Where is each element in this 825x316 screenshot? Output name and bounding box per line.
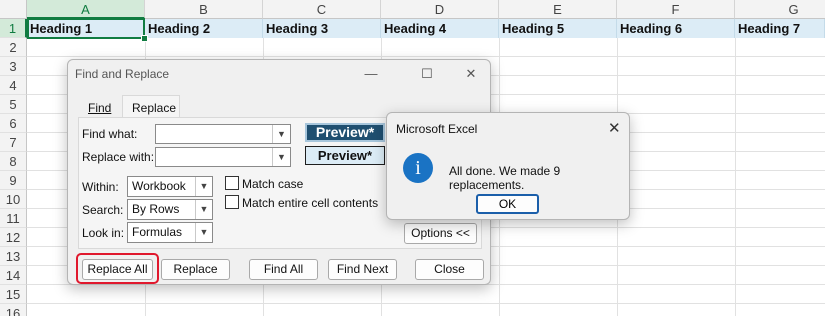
cell-f1[interactable]: Heading 6 (617, 19, 735, 38)
chevron-down-icon[interactable]: ▼ (272, 125, 290, 143)
cell-d1[interactable]: Heading 4 (381, 19, 499, 38)
tab-find[interactable]: Find (88, 101, 111, 115)
active-cell-border (27, 18, 145, 39)
row-header-1[interactable]: 1 (0, 19, 27, 38)
message-text: All done. We made 9 replacements. (449, 164, 561, 192)
replace-all-highlight (76, 253, 159, 284)
message-box: Microsoft Excel ✕ i All done. We made 9 … (386, 112, 630, 220)
row-header-12[interactable]: 12 (0, 228, 27, 247)
column-header-g[interactable]: G (735, 0, 825, 19)
row-header-3[interactable]: 3 (0, 57, 27, 76)
row-header-5[interactable]: 5 (0, 95, 27, 114)
replace-with-label: Replace with: (82, 150, 155, 164)
fill-handle[interactable] (141, 35, 148, 42)
column-header-d[interactable]: D (381, 0, 499, 19)
chevron-down-icon[interactable]: ▼ (272, 148, 290, 166)
replace-format-preview[interactable]: Preview* (305, 146, 385, 165)
row-header-2[interactable]: 2 (0, 38, 27, 57)
column-header-a[interactable]: A (27, 0, 145, 19)
column-header-b[interactable]: B (145, 0, 263, 19)
lookin-label: Look in: (82, 226, 125, 240)
match-entire-label[interactable]: Match entire cell contents (242, 196, 378, 210)
cell-b1[interactable]: Heading 2 (145, 19, 263, 38)
close-icon: ✕ (465, 66, 477, 81)
select-all-corner[interactable] (0, 0, 27, 19)
match-case-label[interactable]: Match case (242, 177, 303, 191)
find-what-label: Find what: (82, 127, 138, 141)
row-header-16[interactable]: 16 (0, 304, 27, 316)
within-label: Within: (82, 180, 119, 194)
tab-replace[interactable]: Replace (132, 101, 176, 115)
minimize-icon: — (364, 66, 378, 81)
search-value: By Rows (132, 202, 180, 216)
lookin-select[interactable]: Formulas ▼ (127, 222, 213, 243)
column-gridline (735, 19, 736, 316)
find-what-input[interactable]: ▼ (155, 124, 291, 144)
chevron-down-icon[interactable]: ▼ (195, 200, 212, 219)
within-select[interactable]: Workbook ▼ (127, 176, 213, 197)
column-header-f[interactable]: F (617, 0, 735, 19)
row-header-4[interactable]: 4 (0, 76, 27, 95)
row-header-8[interactable]: 8 (0, 152, 27, 171)
maximize-button[interactable]: ☐ (412, 64, 442, 84)
row-header-15[interactable]: 15 (0, 285, 27, 304)
find-format-preview[interactable]: Preview* (305, 123, 385, 142)
match-case-checkbox[interactable] (225, 176, 239, 190)
find-all-button[interactable]: Find All (249, 259, 318, 280)
chevron-down-icon[interactable]: ▼ (195, 177, 212, 196)
grid-row (27, 304, 825, 316)
options-button[interactable]: Options << (404, 223, 477, 244)
ok-button[interactable]: OK (476, 194, 539, 214)
cell-c1[interactable]: Heading 3 (263, 19, 381, 38)
row-header-14[interactable]: 14 (0, 266, 27, 285)
cell-g1[interactable]: Heading 7 (735, 19, 825, 38)
lookin-value: Formulas (132, 225, 183, 239)
row-header-13[interactable]: 13 (0, 247, 27, 266)
replace-button[interactable]: Replace (161, 259, 230, 280)
replace-with-input[interactable]: ▼ (155, 147, 291, 167)
row-header-11[interactable]: 11 (0, 209, 27, 228)
row-header-10[interactable]: 10 (0, 190, 27, 209)
row-header-6[interactable]: 6 (0, 114, 27, 133)
column-header-e[interactable]: E (499, 0, 617, 19)
row-header-7[interactable]: 7 (0, 133, 27, 152)
match-entire-checkbox[interactable] (225, 195, 239, 209)
tab-replace-frame[interactable]: Replace (122, 95, 180, 118)
chevron-down-icon[interactable]: ▼ (195, 223, 212, 242)
minimize-button[interactable]: — (356, 64, 386, 84)
within-value: Workbook (132, 179, 186, 193)
info-icon: i (403, 153, 433, 183)
grid-row (27, 285, 825, 304)
find-next-button[interactable]: Find Next (328, 259, 397, 280)
close-icon[interactable]: ✕ (608, 119, 621, 137)
column-header-c[interactable]: C (263, 0, 381, 19)
row-header-9[interactable]: 9 (0, 171, 27, 190)
close-window-button[interactable]: ✕ (456, 64, 486, 84)
close-button[interactable]: Close (415, 259, 484, 280)
message-box-title: Microsoft Excel (396, 122, 478, 136)
search-label: Search: (82, 203, 124, 217)
maximize-icon: ☐ (421, 66, 433, 81)
cell-e1[interactable]: Heading 5 (499, 19, 617, 38)
dialog-title: Find and Replace (75, 67, 170, 81)
search-select[interactable]: By Rows ▼ (127, 199, 213, 220)
